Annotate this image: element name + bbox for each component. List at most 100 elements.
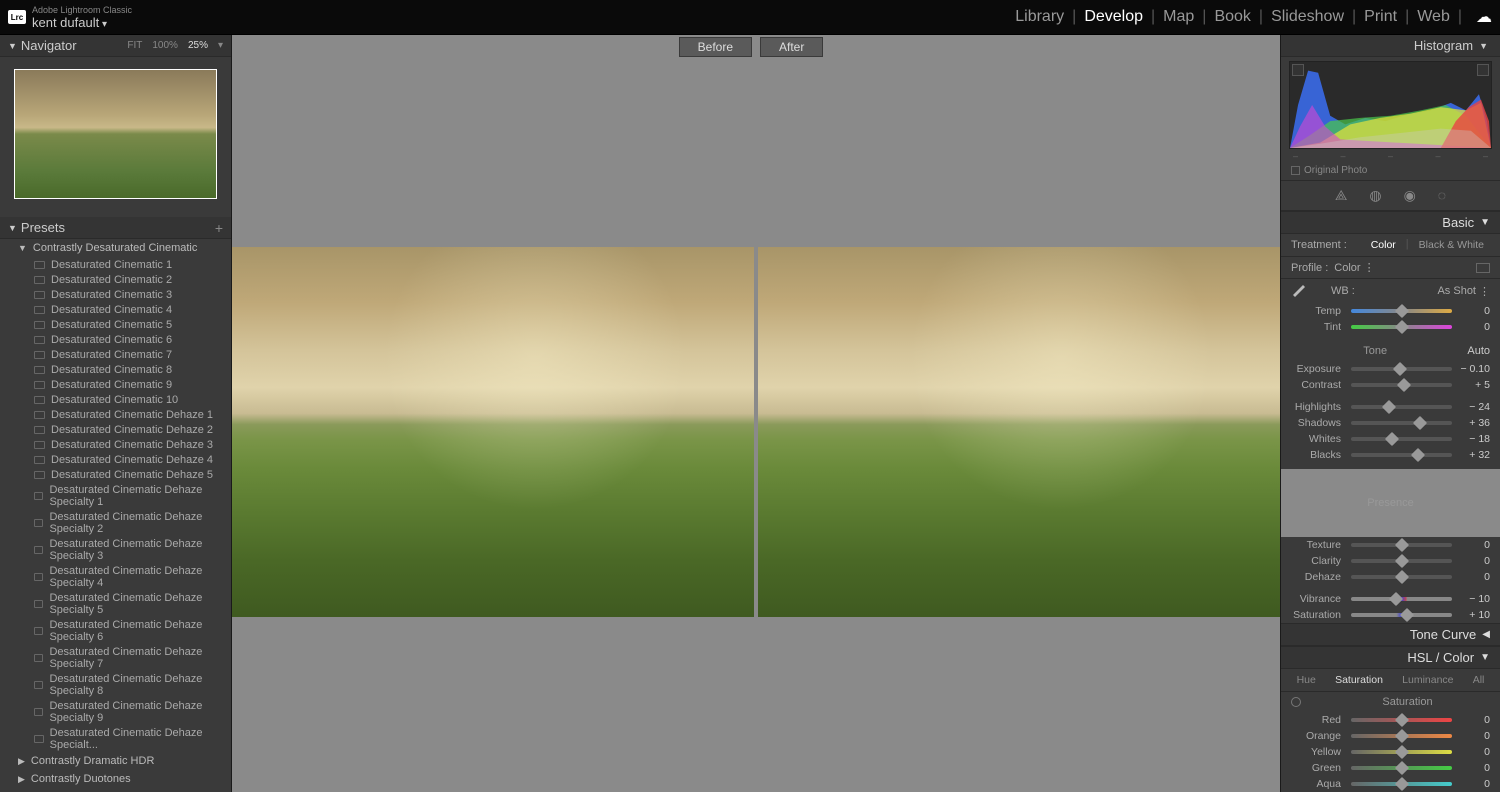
module-slideshow[interactable]: Slideshow (1271, 8, 1344, 26)
wb-dropdown[interactable]: As Shot ⋮ (1437, 285, 1490, 298)
green-slider[interactable] (1351, 766, 1452, 770)
preset-item[interactable]: Desaturated Cinematic Dehaze Specialty 1 (0, 482, 231, 509)
nav-100[interactable]: 100% (152, 40, 178, 51)
aqua-slider[interactable] (1351, 782, 1452, 786)
shadows-slider[interactable] (1351, 421, 1452, 425)
preset-group[interactable]: ▶Contrastly Duotones (0, 770, 231, 788)
presets-list[interactable]: ▼Contrastly Desaturated CinematicDesatur… (0, 239, 231, 792)
highlights-slider[interactable] (1351, 405, 1452, 409)
after-image[interactable] (758, 247, 1280, 617)
hsl-tab-luminance[interactable]: Luminance (1398, 673, 1457, 687)
vibrance-slider[interactable] (1351, 597, 1452, 601)
nav-25[interactable]: 25% (188, 40, 208, 51)
navigator-thumbnail[interactable] (14, 69, 217, 199)
dehaze-slider[interactable] (1351, 575, 1452, 579)
add-preset-icon[interactable]: + (215, 220, 223, 236)
treatment-color[interactable]: Color (1365, 238, 1402, 252)
preset-item[interactable]: Desaturated Cinematic Dehaze Specialt... (0, 725, 231, 752)
preset-item[interactable]: Desaturated Cinematic Dehaze Specialty 5 (0, 590, 231, 617)
whites-slider[interactable] (1351, 437, 1452, 441)
histogram-header[interactable]: Histogram ▼ (1281, 35, 1500, 57)
before-label[interactable]: Before (679, 37, 752, 57)
wb-picker-icon[interactable] (1291, 283, 1311, 299)
preset-item[interactable]: Desaturated Cinematic 5 (0, 317, 231, 332)
slider-value[interactable]: + 5 (1456, 379, 1490, 391)
slider-value[interactable]: − 24 (1456, 401, 1490, 413)
slider-value[interactable]: 0 (1456, 746, 1490, 758)
slider-value[interactable]: − 0.10 (1456, 363, 1490, 375)
preset-item[interactable]: Desaturated Cinematic Dehaze 3 (0, 437, 231, 452)
navigator-header[interactable]: ▼ Navigator FIT 100% 25% ▾ (0, 35, 231, 57)
orange-slider[interactable] (1351, 734, 1452, 738)
targeted-adjust-icon[interactable] (1291, 697, 1301, 707)
preset-item[interactable]: Desaturated Cinematic 4 (0, 302, 231, 317)
slider-value[interactable]: 0 (1456, 321, 1490, 333)
slider-value[interactable]: 0 (1456, 778, 1490, 790)
basic-header[interactable]: Basic ▼ (1281, 211, 1500, 234)
slider-value[interactable]: − 10 (1456, 593, 1490, 605)
cloud-sync-icon[interactable]: ☁ (1476, 7, 1492, 27)
yellow-slider[interactable] (1351, 750, 1452, 754)
highlight-clip-icon[interactable] (1477, 64, 1489, 76)
preset-item[interactable]: Desaturated Cinematic Dehaze Specialty 4 (0, 563, 231, 590)
preset-item[interactable]: Desaturated Cinematic Dehaze 1 (0, 407, 231, 422)
shadow-clip-icon[interactable] (1292, 64, 1304, 76)
module-book[interactable]: Book (1214, 8, 1250, 26)
original-photo-toggle[interactable]: Original Photo (1281, 161, 1500, 181)
tint-slider[interactable] (1351, 325, 1452, 329)
slider-value[interactable]: 0 (1456, 714, 1490, 726)
slider-value[interactable]: 0 (1456, 539, 1490, 551)
module-library[interactable]: Library (1015, 8, 1064, 26)
histogram[interactable] (1289, 61, 1492, 149)
auto-tone-button[interactable]: Auto (1467, 345, 1490, 357)
profile-dropdown[interactable]: Color ⋮ (1334, 261, 1374, 274)
preset-item[interactable]: Desaturated Cinematic Dehaze Specialty 9 (0, 698, 231, 725)
saturation-slider[interactable] (1351, 613, 1452, 617)
hsl-tab-hue[interactable]: Hue (1293, 673, 1320, 687)
module-map[interactable]: Map (1163, 8, 1194, 26)
slider-value[interactable]: + 32 (1456, 449, 1490, 461)
preset-item[interactable]: Desaturated Cinematic Dehaze Specialty 6 (0, 617, 231, 644)
preset-item[interactable]: Desaturated Cinematic Dehaze 2 (0, 422, 231, 437)
preset-item[interactable]: Desaturated Cinematic Dehaze 4 (0, 452, 231, 467)
mask-tool-icon[interactable]: ◌ (1438, 187, 1446, 204)
preset-item[interactable]: Desaturated Cinematic Dehaze 5 (0, 467, 231, 482)
preset-item[interactable]: Desaturated Cinematic 7 (0, 347, 231, 362)
slider-value[interactable]: − 18 (1456, 433, 1490, 445)
slider-value[interactable]: 0 (1456, 730, 1490, 742)
preset-item[interactable]: Desaturated Cinematic 2 (0, 272, 231, 287)
slider-value[interactable]: + 10 (1456, 609, 1490, 621)
after-label[interactable]: After (760, 37, 823, 57)
slider-value[interactable]: 0 (1456, 555, 1490, 567)
before-image[interactable] (232, 247, 754, 617)
preset-item[interactable]: Desaturated Cinematic 9 (0, 377, 231, 392)
preset-group[interactable]: ▶Contrastly Dramatic HDR (0, 752, 231, 770)
contrast-slider[interactable] (1351, 383, 1452, 387)
blacks-slider[interactable] (1351, 453, 1452, 457)
slider-value[interactable]: 0 (1456, 762, 1490, 774)
preset-item[interactable]: Desaturated Cinematic Dehaze Specialty 2 (0, 509, 231, 536)
crop-tool-icon[interactable]: ⟁ (1335, 187, 1348, 204)
preset-item[interactable]: Desaturated Cinematic 1 (0, 257, 231, 272)
module-print[interactable]: Print (1364, 8, 1397, 26)
tonecurve-header[interactable]: Tone Curve ◀ (1281, 623, 1500, 646)
preset-item[interactable]: Desaturated Cinematic 6 (0, 332, 231, 347)
hsl-header[interactable]: HSL / Color ▼ (1281, 646, 1500, 669)
preset-item[interactable]: Desaturated Cinematic Dehaze Specialty 8 (0, 671, 231, 698)
clarity-slider[interactable] (1351, 559, 1452, 563)
red-slider[interactable] (1351, 718, 1452, 722)
preset-item[interactable]: Desaturated Cinematic Dehaze Specialty 7 (0, 644, 231, 671)
heal-tool-icon[interactable]: ◍ (1369, 187, 1381, 204)
chevron-down-icon[interactable]: ▾ (218, 40, 223, 51)
hsl-tab-saturation[interactable]: Saturation (1331, 673, 1387, 687)
hsl-tab-all[interactable]: All (1469, 673, 1489, 687)
temp-slider[interactable] (1351, 309, 1452, 313)
slider-value[interactable]: 0 (1456, 571, 1490, 583)
nav-fit[interactable]: FIT (127, 40, 142, 51)
treatment-bw[interactable]: Black & White (1413, 238, 1490, 252)
preset-group[interactable]: ▼Contrastly Desaturated Cinematic (0, 239, 231, 257)
slider-value[interactable]: 0 (1456, 305, 1490, 317)
preset-item[interactable]: Desaturated Cinematic 8 (0, 362, 231, 377)
module-develop[interactable]: Develop (1084, 8, 1143, 26)
preset-item[interactable]: Desaturated Cinematic 10 (0, 392, 231, 407)
